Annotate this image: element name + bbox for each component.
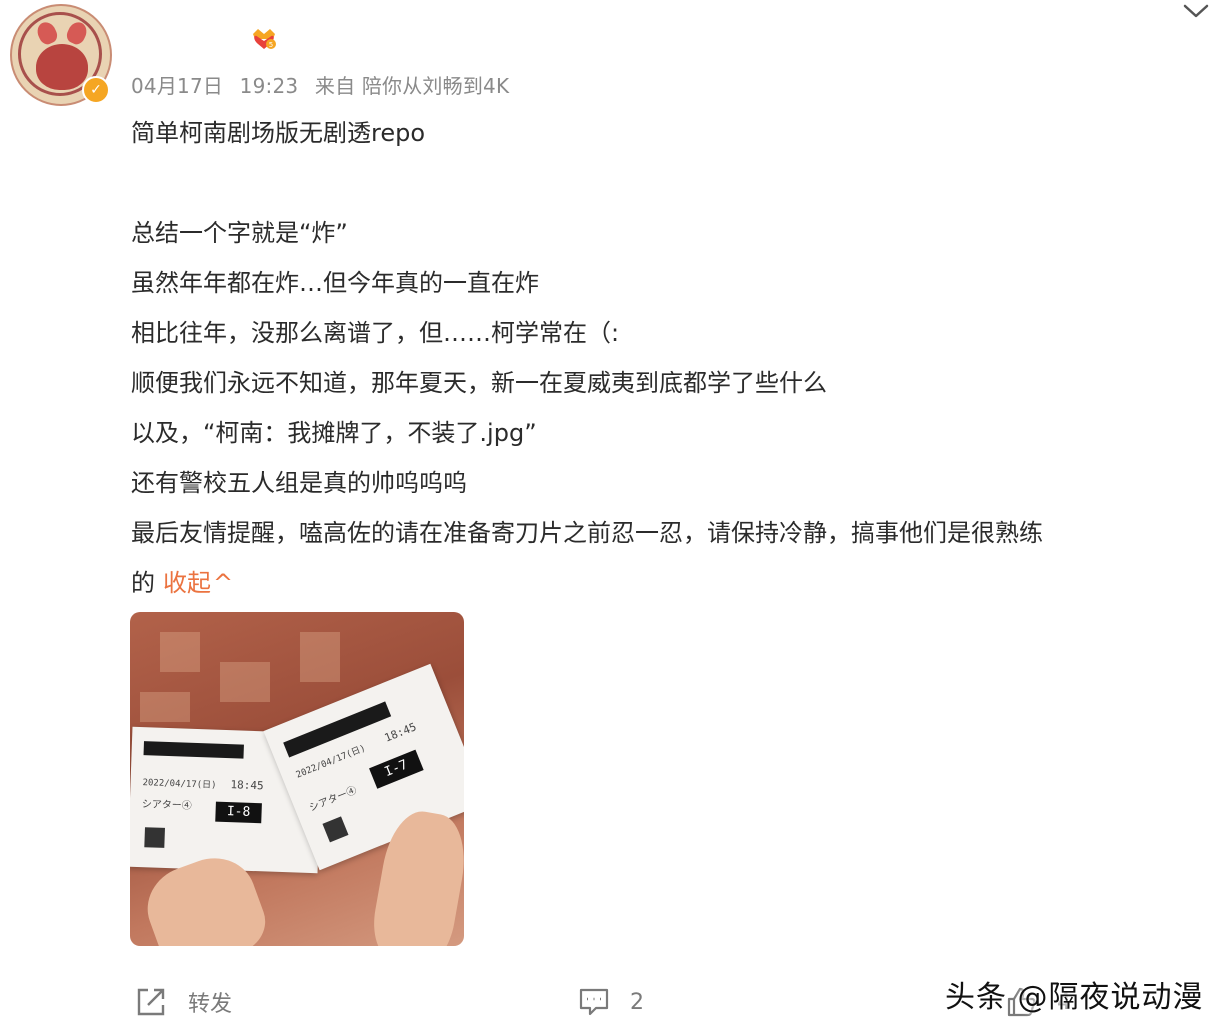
post-meta: 04月17日 19:23 来自 陪你从刘畅到4K [131,70,519,99]
post-content: 简单柯南剧场版无剧透repo 总结一个字就是“炸” 虽然年年都在炸…但今年真的一… [131,108,1211,608]
ticket-2-theater: シアター④ [307,785,359,815]
crown-heart-icon: 5 [253,29,276,49]
post-photo[interactable]: 2022/04/17(日) 18:45 シアター④ I-8 2022/04/17… [130,612,464,946]
repost-label: 转发 [188,992,233,1017]
chevron-down-icon[interactable] [1182,0,1210,22]
ticket-2-time: 18:45 [382,720,419,745]
watermark: 头条 @隔夜说动漫 [945,980,1204,1015]
svg-text:5: 5 [269,41,273,49]
post-date: 04月17日 [131,74,224,98]
repost-button[interactable]: 转发 [134,985,232,1019]
post-line: 总结一个字就是“炸” [131,219,348,247]
post-line: 还有警校五人组是真的帅呜呜呜 [131,469,467,497]
post-line: 以及，“柯南：我摊牌了，不装了.jpg” [131,419,537,447]
collapse-label: 收起 [163,569,211,597]
chevron-up-icon: ^ [213,569,234,597]
comment-button[interactable]: 2 [578,985,644,1019]
repost-icon [137,988,165,1016]
post-line: 简单柯南剧场版无剧透repo [131,119,426,147]
avatar[interactable]: ✓ [10,4,112,106]
ticket-1-date: 2022/04/17(日) [142,778,217,791]
post-source[interactable]: 来自 陪你从刘畅到4K [315,74,509,98]
ticket-1-theater: シアター④ [141,799,192,812]
ticket-1-time: 18:45 [230,778,264,793]
post-last-word: 的 [131,569,155,597]
post-line-blank [131,158,1211,208]
collapse-link[interactable]: 收起^ [163,569,233,597]
post-line: 相比往年，没那么离谱了，但……柯学常在（: [131,319,620,347]
post-time: 19:23 [239,74,299,98]
verified-badge-icon: ✓ [82,76,110,104]
post-line: 最后友情提醒，嗑高佐的请在准备寄刀片之前忍一忍，请保持冷静，搞事他们是很熟练 [131,519,1043,547]
comment-count: 2 [630,989,644,1015]
post-line-last: 的收起^ [131,558,1211,608]
post-line: 顺便我们永远不知道，那年夏天，新一在夏威夷到底都学了些什么 [131,369,827,397]
comment-icon [579,988,609,1016]
post-line: 虽然年年都在炸…但今年真的一直在炸 [131,269,539,297]
ticket-1-seat: I-8 [215,801,262,824]
ticket-2-seat: I-7 [369,749,424,789]
